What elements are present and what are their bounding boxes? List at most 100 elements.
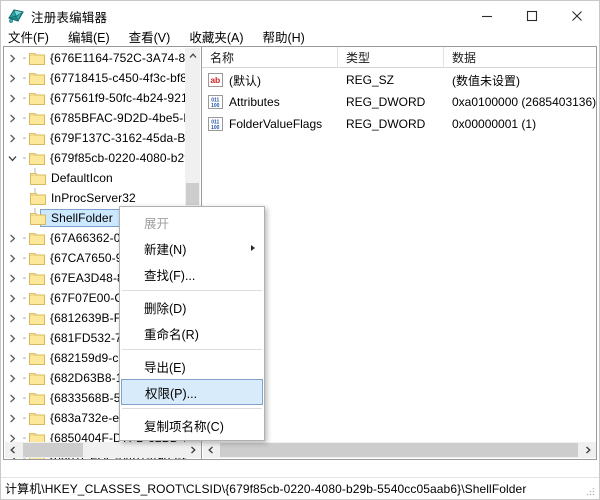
menu-bar: 文件(F) 编辑(E) 查看(V) 收藏夹(A) 帮助(H) [1, 25, 599, 47]
tree-connector: - [22, 352, 27, 364]
chevron-right-icon[interactable] [4, 348, 20, 368]
tree-node[interactable]: - {676E1164-752C-3A74-8D [4, 48, 186, 68]
folder-icon [29, 391, 45, 405]
column-header-data[interactable]: 数据 [444, 47, 596, 68]
value-data: 0xa0100000 (2685403136) [452, 95, 597, 109]
folder-icon [30, 171, 46, 185]
menu-view[interactable]: 查看(V) [129, 25, 180, 48]
menu-help[interactable]: 帮助(H) [262, 25, 313, 48]
value-name: FolderValueFlags [229, 117, 323, 131]
tree-connector: - [22, 372, 27, 384]
tree-connector: - [22, 292, 27, 304]
context-menu-item[interactable]: 删除(D) [120, 294, 264, 320]
tree-connector: - [22, 312, 27, 324]
tree-node-label: {67718415-c450-4f3c-bf8a [50, 71, 186, 85]
value-row[interactable]: 011 100 Attributes REG_DWORD 0xa0100000 (268… [202, 91, 596, 113]
svg-text:100: 100 [211, 103, 220, 109]
chevron-right-icon[interactable] [4, 68, 20, 88]
tree-node-label: {682159d9-c3 [50, 351, 126, 365]
tree-node-label: DefaultIcon [51, 171, 113, 185]
context-menu-item[interactable]: 权限(P)... [121, 379, 263, 405]
value-row[interactable]: ab (默认) REG_SZ (数值未设置) [202, 69, 596, 91]
values-hscroll-thumb[interactable] [220, 443, 578, 457]
value-name-cell: 011 100 Attributes [202, 95, 338, 109]
window-title: 注册表编辑器 [31, 10, 108, 25]
tree-node-label: {677561f9-50fc-4b24-921c [50, 91, 186, 105]
tree-node[interactable]: - {677561f9-50fc-4b24-921c [4, 88, 186, 108]
values-hscroll-right-button[interactable] [580, 442, 596, 458]
context-menu-item[interactable]: 导出(E) [120, 353, 264, 379]
chevron-right-icon[interactable] [4, 88, 20, 108]
resize-grip[interactable] [584, 484, 596, 496]
folder-icon [29, 91, 45, 105]
status-path: 计算机\HKEY_CLASSES_ROOT\CLSID\{679f85cb-02… [5, 482, 527, 496]
dword-value-icon: 011 100 [208, 95, 223, 109]
values-list[interactable]: ab (默认) REG_SZ (数值未设置) 011 100 Attributes REG_D… [202, 69, 596, 135]
chevron-right-icon[interactable] [4, 308, 20, 328]
menu-separator [122, 408, 262, 409]
chevron-right-icon[interactable] [4, 328, 20, 348]
folder-icon [29, 411, 45, 425]
tree-node-label: {67A66362-05 [50, 231, 128, 245]
value-data: (数值未设置) [452, 73, 520, 88]
chevron-right-icon[interactable] [4, 288, 20, 308]
chevron-right-icon[interactable] [4, 368, 20, 388]
tree-scroll-thumb[interactable] [186, 183, 199, 205]
value-name: (默认) [229, 73, 261, 88]
tree-context-menu[interactable]: 展开 新建(N) 查找(F)... 删除(D) 重命名(R) 导出(E) 权限(P)... 复… [119, 206, 265, 441]
context-menu-item[interactable]: 复制项名称(C) [120, 412, 264, 438]
tree-node[interactable]: - {679f85cb-0220-4080-b29 [4, 148, 186, 168]
value-name: Attributes [229, 95, 280, 109]
tree-node-label: {681FD532-7E [50, 331, 130, 345]
menu-file[interactable]: 文件(F) [8, 25, 58, 48]
menu-edit[interactable]: 编辑(E) [68, 25, 119, 48]
chevron-right-icon[interactable] [4, 48, 20, 68]
tree-hscroll-right-button[interactable] [185, 442, 201, 458]
tree-node[interactable]: - {6785BFAC-9D2D-4be5-B7 [4, 108, 186, 128]
tree-horizontal-scrollbar[interactable] [5, 442, 201, 458]
context-menu-item-label: 新建(N) [144, 242, 187, 257]
folder-icon [29, 331, 45, 345]
values-hscroll-left-button[interactable] [203, 442, 219, 458]
folder-icon [29, 111, 45, 125]
submenu-arrow-icon [251, 245, 255, 251]
value-name-cell: 011 100 FolderValueFlags [202, 117, 338, 131]
value-type: REG_DWORD [346, 95, 426, 109]
tree-hscroll-left-button[interactable] [5, 442, 21, 458]
chevron-right-icon[interactable] [4, 128, 20, 148]
tree-hscroll-thumb[interactable] [23, 443, 83, 457]
tree-connector: - [22, 152, 27, 164]
context-menu-item[interactable]: 新建(N) [120, 235, 264, 261]
tree-connector: - [22, 392, 27, 404]
tree-node-label: {682D63B8-16 [50, 371, 130, 385]
chevron-down-icon[interactable] [4, 148, 20, 168]
tree-node[interactable]: - {679F137C-3162-45da-BE3 [4, 128, 186, 148]
context-menu-item[interactable]: 查找(F)... [120, 261, 264, 287]
tree-node[interactable]: InProcServer32 [4, 188, 186, 208]
column-header-type[interactable]: 类型 [338, 47, 444, 68]
tree-node[interactable]: DefaultIcon [4, 168, 186, 188]
column-header-name[interactable]: 名称 [202, 47, 338, 68]
tree-node-label: {6785BFAC-9D2D-4be5-B7 [50, 111, 186, 125]
chevron-right-icon[interactable] [4, 108, 20, 128]
svg-text:100: 100 [211, 125, 220, 131]
tree-scroll-up-button[interactable] [185, 48, 200, 64]
chevron-right-icon[interactable] [4, 248, 20, 268]
tree-connector: - [22, 412, 27, 424]
tree-connector: - [22, 272, 27, 284]
context-menu-item-label: 导出(E) [144, 360, 186, 375]
status-bar: 计算机\HKEY_CLASSES_ROOT\CLSID\{679f85cb-02… [1, 477, 599, 499]
values-horizontal-scrollbar[interactable] [203, 442, 596, 458]
chevron-right-icon[interactable] [4, 268, 20, 288]
chevron-right-icon[interactable] [4, 228, 20, 248]
tree-connector: - [22, 92, 27, 104]
value-type: REG_DWORD [346, 117, 426, 131]
menu-favorites[interactable]: 收藏夹(A) [189, 25, 252, 48]
dword-value-icon: 011 100 [208, 117, 223, 131]
tree-node-label: {679f85cb-0220-4080-b29 [50, 151, 186, 165]
chevron-right-icon[interactable] [4, 408, 20, 428]
context-menu-item[interactable]: 重命名(R) [120, 320, 264, 346]
value-row[interactable]: 011 100 FolderValueFlags REG_DWORD 0x0000000… [202, 113, 596, 135]
chevron-right-icon[interactable] [4, 388, 20, 408]
tree-node[interactable]: - {67718415-c450-4f3c-bf8a [4, 68, 186, 88]
